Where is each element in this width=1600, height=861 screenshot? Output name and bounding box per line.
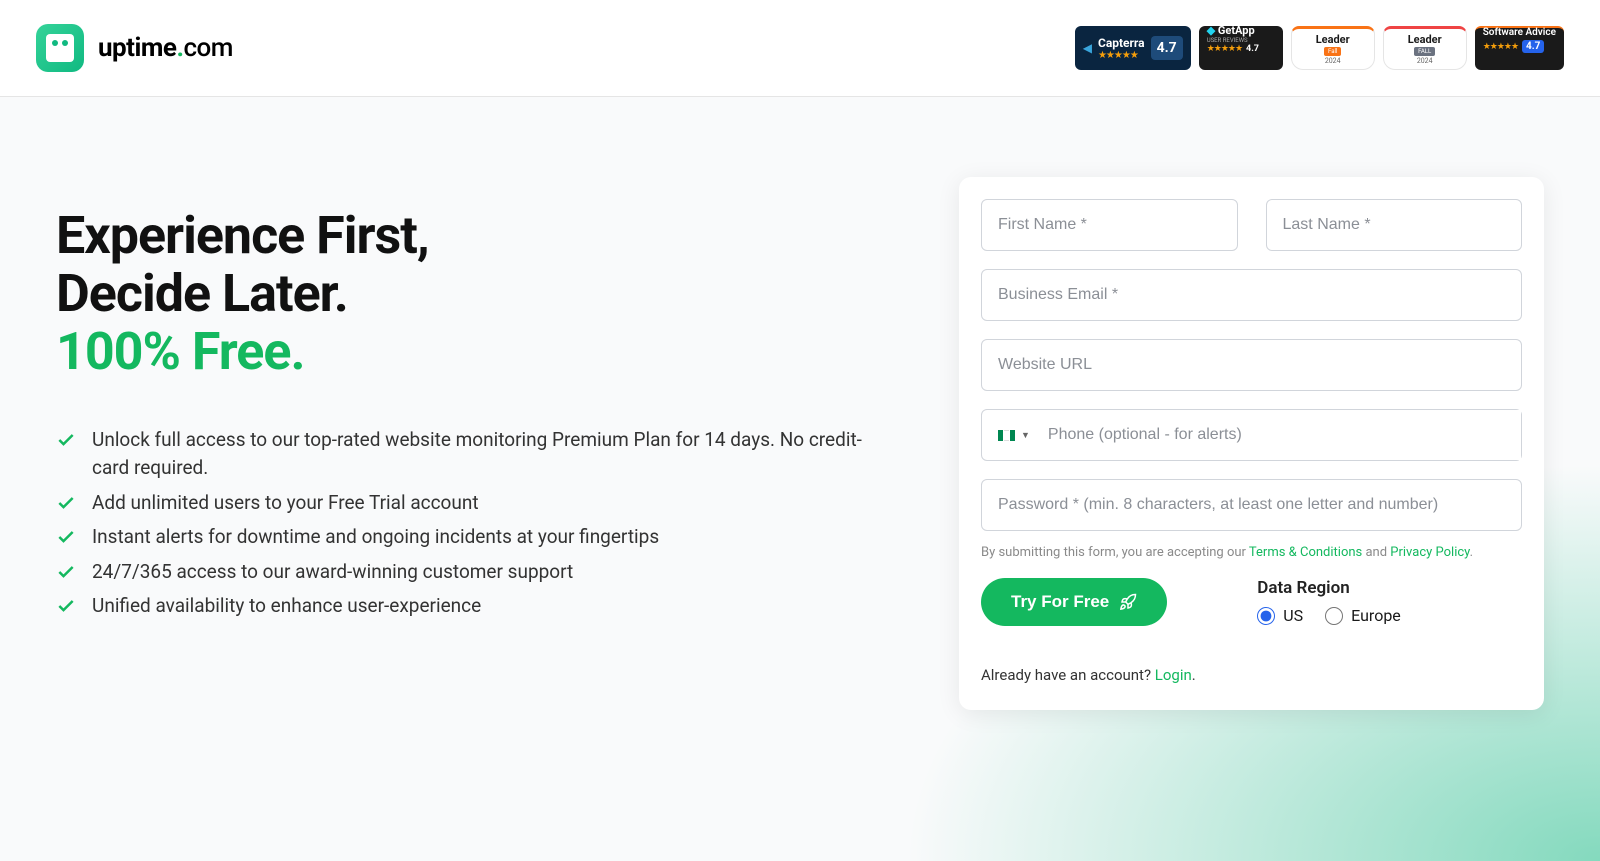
phone-input[interactable] bbox=[1040, 410, 1521, 460]
main-content: Experience First, Decide Later. 100% Fre… bbox=[0, 97, 1600, 861]
country-code-select[interactable]: ▼ bbox=[982, 430, 1040, 441]
check-icon bbox=[56, 493, 76, 513]
login-link[interactable]: Login bbox=[1155, 666, 1192, 684]
badge-leader-sourceforge: Leader Fall 2024 bbox=[1291, 26, 1375, 70]
feature-list: Unlock full access to our top-rated webs… bbox=[56, 426, 899, 621]
terms-link[interactable]: Terms & Conditions bbox=[1249, 545, 1362, 560]
badge-getapp: ◆ GetApp USER REVIEWS ★★★★★4.7 bbox=[1199, 26, 1283, 70]
badge-software-advice: Software Advice ★★★★★4.7 bbox=[1475, 26, 1564, 70]
login-line: Already have an account? Login. bbox=[981, 666, 1522, 684]
logo-text: uptime.com bbox=[98, 33, 233, 63]
flag-icon bbox=[998, 430, 1015, 441]
region-option-us[interactable]: US bbox=[1257, 606, 1303, 625]
review-badges: ◀ Capterra ★★★★★ 4.7 ◆ GetApp USER REVIE… bbox=[1075, 26, 1564, 70]
feature-item: Instant alerts for downtime and ongoing … bbox=[56, 523, 899, 552]
check-icon bbox=[56, 596, 76, 616]
brand-logo[interactable]: uptime.com bbox=[36, 24, 233, 72]
badge-leader-g2: Leader FALL 2024 bbox=[1383, 26, 1467, 70]
signup-form: ▼ By submitting this form, you are accep… bbox=[959, 177, 1544, 710]
submit-button[interactable]: Try For Free bbox=[981, 578, 1167, 626]
last-name-input[interactable] bbox=[1266, 199, 1523, 251]
phone-field: ▼ bbox=[981, 409, 1522, 461]
privacy-link[interactable]: Privacy Policy bbox=[1390, 545, 1469, 560]
feature-item: Unlock full access to our top-rated webs… bbox=[56, 426, 899, 483]
feature-item: Add unlimited users to your Free Trial a… bbox=[56, 489, 899, 518]
website-input[interactable] bbox=[981, 339, 1522, 391]
chevron-down-icon: ▼ bbox=[1021, 430, 1030, 441]
logo-icon bbox=[36, 24, 84, 72]
region-radio-us[interactable] bbox=[1257, 607, 1275, 625]
feature-item: 24/7/365 access to our award-winning cus… bbox=[56, 558, 899, 587]
rocket-icon bbox=[1119, 593, 1137, 611]
region-option-europe[interactable]: Europe bbox=[1325, 606, 1401, 625]
feature-item: Unified availability to enhance user-exp… bbox=[56, 592, 899, 621]
site-header: uptime.com ◀ Capterra ★★★★★ 4.7 ◆ GetApp… bbox=[0, 0, 1600, 97]
hero-title: Experience First, Decide Later. 100% Fre… bbox=[56, 207, 899, 382]
data-region-group: Data Region US Europe bbox=[1257, 578, 1401, 625]
data-region-label: Data Region bbox=[1257, 578, 1401, 598]
check-icon bbox=[56, 527, 76, 547]
consent-text: By submitting this form, you are accepti… bbox=[981, 545, 1522, 560]
region-radio-europe[interactable] bbox=[1325, 607, 1343, 625]
badge-capterra: ◀ Capterra ★★★★★ 4.7 bbox=[1075, 26, 1191, 70]
hero-section: Experience First, Decide Later. 100% Fre… bbox=[56, 177, 899, 710]
email-input[interactable] bbox=[981, 269, 1522, 321]
check-icon bbox=[56, 562, 76, 582]
password-input[interactable] bbox=[981, 479, 1522, 531]
first-name-input[interactable] bbox=[981, 199, 1238, 251]
check-icon bbox=[56, 430, 76, 450]
